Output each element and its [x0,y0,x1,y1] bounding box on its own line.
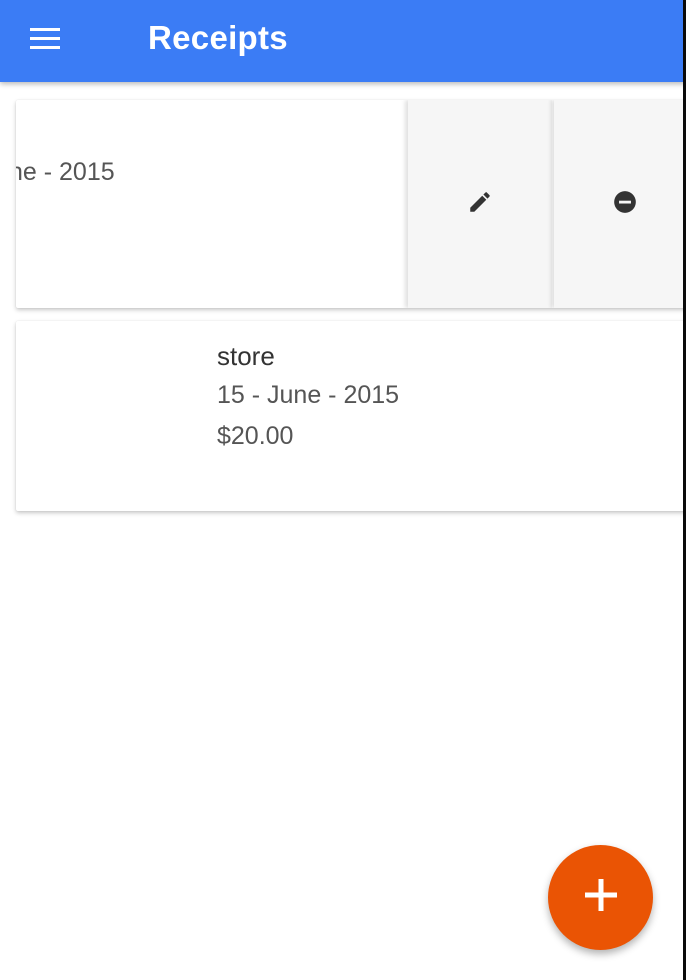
hamburger-menu-icon [30,27,60,55]
receipt-store: store [217,341,275,371]
edit-receipt-button[interactable] [408,100,552,308]
delete-receipt-button[interactable] [554,100,686,308]
add-receipt-button[interactable] [548,845,653,950]
receipt-amount: $20.00 [217,422,294,450]
plus-icon [583,877,619,918]
page-title: Receipts [148,19,288,56]
receipt-card-swiped[interactable]: ne - 2015 [16,100,686,308]
pencil-icon [467,189,493,220]
remove-circle-icon [612,189,638,220]
receipt-date: ne - 2015 [16,158,115,186]
receipt-date: 15 - June - 2015 [217,381,400,409]
receipt-card[interactable]: store 15 - June - 2015 $20.00 [16,321,686,511]
app-bar: Receipts [0,0,686,82]
menu-button[interactable] [18,21,72,61]
